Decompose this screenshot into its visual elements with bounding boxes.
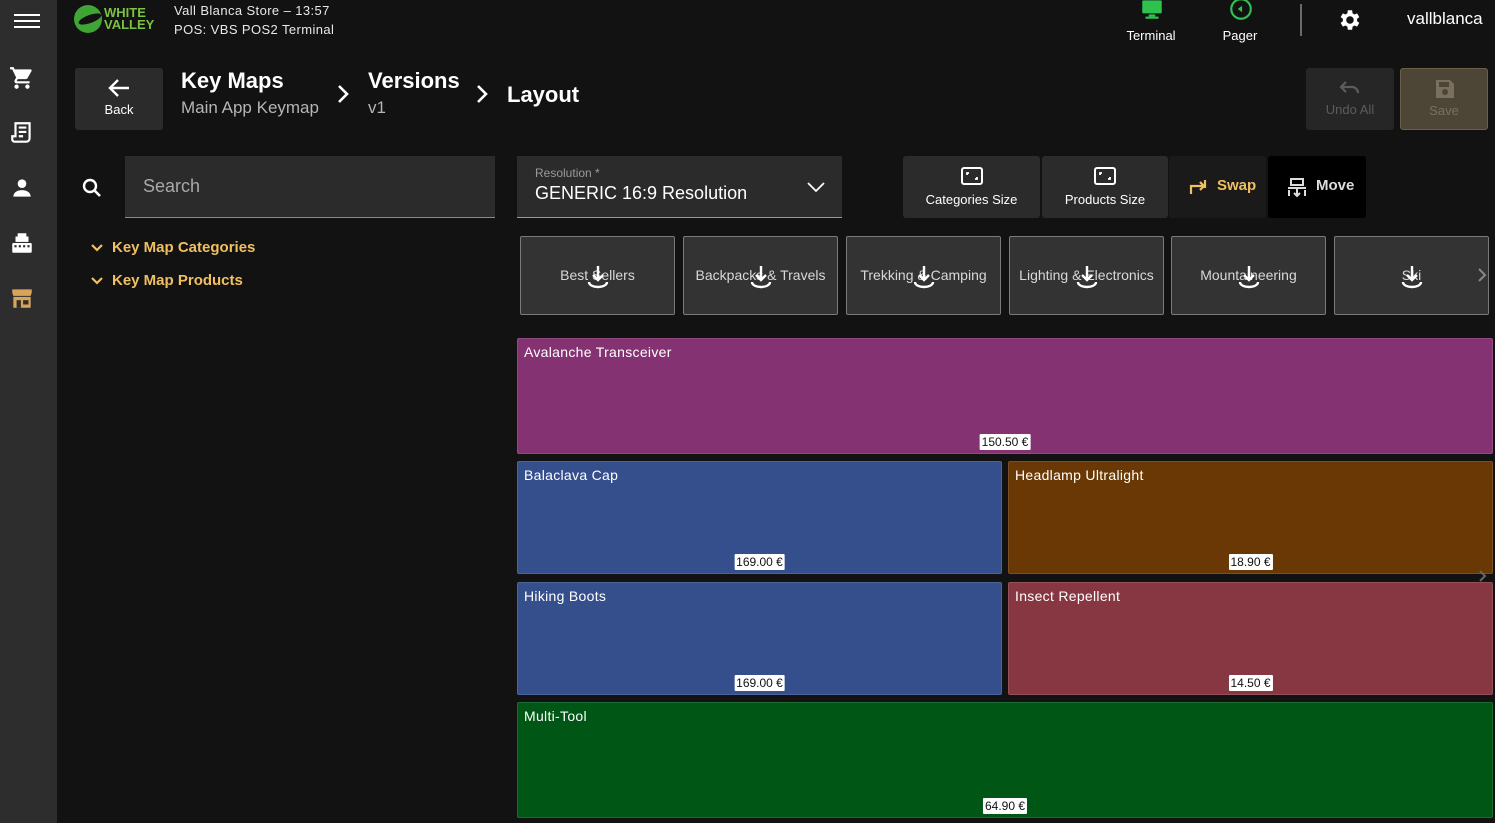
product-price: 150.50 € (979, 434, 1031, 450)
chevron-right-icon (338, 85, 349, 103)
drag-drop-icon (587, 266, 609, 289)
search-icon (82, 178, 101, 197)
scroll-right-icon[interactable] (1476, 267, 1488, 283)
product-price: 169.00 € (734, 675, 785, 691)
terminal-label: Terminal (1126, 28, 1176, 43)
product-tile[interactable]: Multi-Tool 64.90 € (517, 702, 1493, 818)
category-tile[interactable]: Best Sellers (520, 236, 675, 315)
logo-text-2: VALLEY (104, 17, 155, 32)
swap-button[interactable]: Swap (1169, 156, 1266, 218)
product-name: Headlamp Ultralight (1015, 467, 1144, 483)
pos-line: POS: VBS POS2 Terminal (174, 22, 335, 37)
breadcrumb-versions[interactable]: Versions v1 (368, 68, 460, 118)
drag-drop-icon (750, 266, 772, 289)
product-name: Insect Repellent (1015, 588, 1121, 604)
pager-label: Pager (1222, 28, 1258, 43)
product-price: 64.90 € (982, 798, 1028, 814)
undo-all-button[interactable]: Undo All (1306, 68, 1394, 130)
move-label: Move (1316, 177, 1355, 194)
save-icon (1436, 80, 1454, 98)
product-tile[interactable]: Insect Repellent 14.50 € (1008, 582, 1493, 695)
category-tile[interactable]: Trekking & Camping (846, 236, 1001, 315)
product-name: Multi-Tool (524, 708, 587, 724)
menu-icon[interactable] (14, 10, 40, 30)
store-info: Vall Blanca Store – 13:57 POS: VBS POS2 … (174, 1, 334, 39)
app-root: WHITE VALLEY Vall Blanca Store – 13:57 PO… (0, 0, 1495, 823)
categories-size-label: Categories Size (925, 192, 1018, 207)
pager-button[interactable]: Pager (1200, 0, 1280, 46)
resize-icon (961, 167, 983, 185)
drag-drop-icon (1076, 266, 1098, 289)
product-tile[interactable]: Hiking Boots 169.00 € (517, 582, 1002, 695)
tree-item-label: Key Map Products (112, 272, 243, 289)
globe-icon (74, 5, 102, 33)
tree-item-products[interactable]: Key Map Products (90, 272, 243, 289)
category-tile[interactable]: Backpacks & Travels (683, 236, 838, 315)
drag-drop-icon (1238, 266, 1260, 289)
nav-rail (0, 0, 57, 823)
back-label: Back (104, 102, 134, 117)
chevron-right-icon (477, 85, 488, 103)
divider (1300, 4, 1302, 36)
breadcrumb-subtitle: Main App Keymap (181, 98, 319, 117)
swap-label: Swap (1217, 177, 1257, 194)
move-icon (1288, 178, 1306, 198)
drag-drop-icon (913, 266, 935, 289)
store-line: Vall Blanca Store – 13:57 (174, 3, 330, 18)
save-button[interactable]: Save (1400, 68, 1488, 130)
username[interactable]: vallblanca (1407, 9, 1483, 29)
tree-item-categories[interactable]: Key Map Categories (90, 239, 255, 256)
product-price: 14.50 € (1228, 675, 1273, 691)
category-tile[interactable]: Mountaineering (1171, 236, 1326, 315)
chevron-down-icon (91, 243, 103, 252)
breadcrumb-keymaps[interactable]: Key Maps Main App Keymap (181, 68, 319, 118)
gear-icon[interactable] (1336, 7, 1362, 33)
breadcrumb-subtitle: v1 (368, 98, 386, 117)
products-size-button[interactable]: Products Size (1042, 156, 1168, 218)
receipt-icon[interactable] (8, 119, 36, 147)
resize-icon (1094, 167, 1116, 185)
chevron-right-icon (1479, 570, 1487, 582)
chevron-down-icon (807, 182, 825, 193)
save-label: Save (1429, 103, 1459, 118)
product-name: Hiking Boots (524, 588, 607, 604)
store-icon[interactable] (8, 284, 36, 312)
drag-drop-icon (1401, 266, 1423, 289)
product-price: 18.90 € (1228, 554, 1273, 570)
swap-icon (1189, 180, 1207, 194)
category-tile[interactable]: Ski (1334, 236, 1489, 315)
undo-label: Undo All (1325, 102, 1375, 117)
brand-logo: WHITE VALLEY (74, 4, 158, 34)
cart-icon[interactable] (8, 64, 36, 92)
customer-icon[interactable] (8, 174, 36, 202)
pager-icon (1230, 0, 1252, 20)
product-tile[interactable]: Headlamp Ultralight 18.90 € (1008, 461, 1493, 574)
category-tile[interactable]: Lighting & Electronics (1009, 236, 1164, 315)
search-input[interactable] (125, 156, 495, 218)
terminal-button[interactable]: Terminal (1111, 0, 1191, 46)
product-name: Avalanche Transceiver (524, 344, 672, 360)
monitor-icon (1142, 0, 1162, 19)
back-button[interactable]: Back (75, 68, 163, 130)
resolution-label: Resolution * (535, 166, 600, 180)
product-name: Balaclava Cap (524, 467, 619, 483)
product-price: 169.00 € (734, 554, 785, 570)
categories-size-button[interactable]: Categories Size (903, 156, 1040, 218)
breadcrumb-title: Key Maps (181, 68, 284, 93)
breadcrumb-title: Versions (368, 68, 460, 93)
products-size-label: Products Size (1064, 192, 1146, 207)
cash-register-icon[interactable] (8, 229, 36, 257)
chevron-down-icon (91, 276, 103, 285)
undo-icon (1339, 81, 1360, 94)
resolution-select[interactable]: Resolution * GENERIC 16:9 Resolution (517, 156, 842, 218)
arrow-left-icon (108, 79, 129, 97)
move-button[interactable]: Move (1268, 156, 1366, 218)
page-title: Layout (507, 82, 580, 107)
product-tile[interactable]: Avalanche Transceiver 150.50 € (517, 338, 1493, 454)
tree-item-label: Key Map Categories (112, 239, 256, 256)
product-tile[interactable]: Balaclava Cap 169.00 € (517, 461, 1002, 574)
resolution-value: GENERIC 16:9 Resolution (535, 183, 748, 203)
